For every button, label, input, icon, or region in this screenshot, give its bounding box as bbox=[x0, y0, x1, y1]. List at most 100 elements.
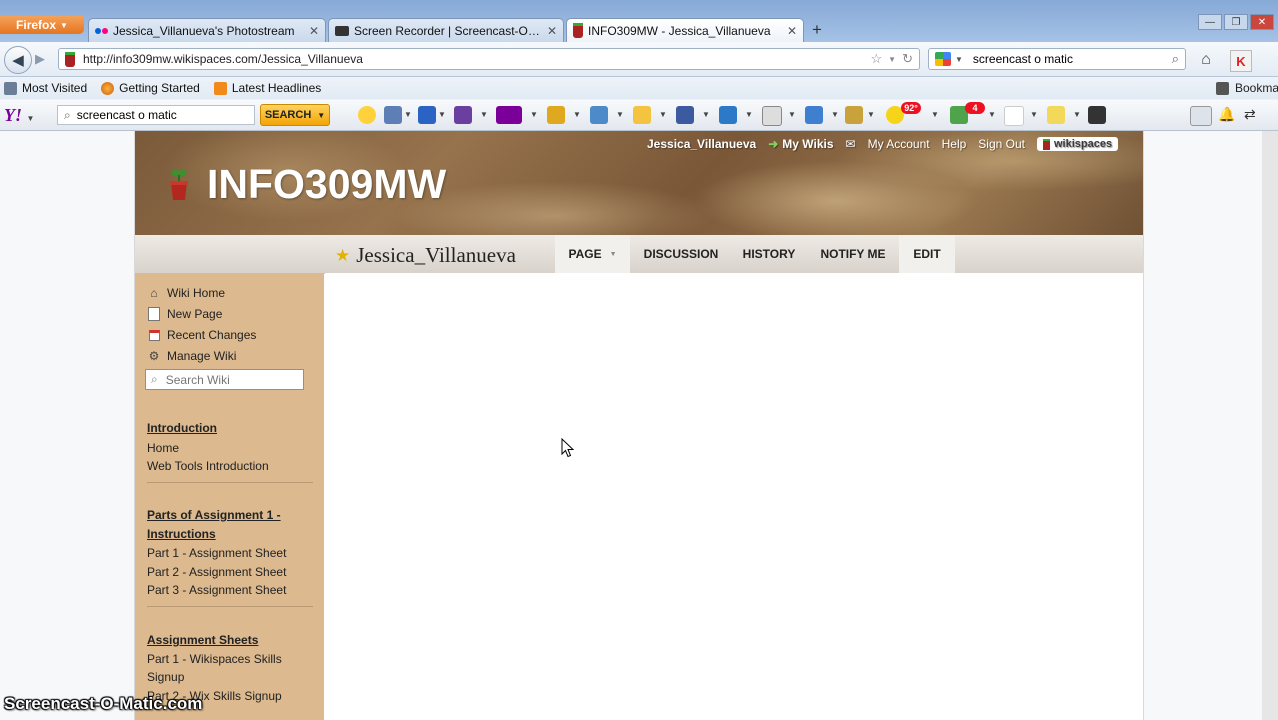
wikispaces-badge[interactable]: wikispaces bbox=[1037, 137, 1119, 151]
shopping-icon[interactable] bbox=[719, 106, 737, 124]
chevron-down-icon[interactable]: ▼ bbox=[988, 110, 996, 119]
bell-icon[interactable]: 🔔 bbox=[1218, 106, 1236, 124]
tab-notify-me[interactable]: NOTIFY ME bbox=[811, 235, 895, 273]
my-wikis-link[interactable]: ➜ My Wikis bbox=[768, 137, 833, 151]
new-tab-button[interactable]: + bbox=[805, 20, 829, 40]
addon-button[interactable]: K bbox=[1230, 50, 1252, 72]
my-yahoo-icon[interactable] bbox=[454, 106, 472, 124]
page-content[interactable] bbox=[325, 273, 1143, 720]
chevron-down-icon[interactable]: ▼ bbox=[955, 55, 963, 64]
yahoo-logo[interactable]: Y! ▼ bbox=[4, 105, 34, 126]
sidebar-link-part1-sheet[interactable]: Part 1 - Assignment Sheet bbox=[147, 544, 317, 562]
sidebar-link-part3-sheet[interactable]: Part 3 - Assignment Sheet bbox=[147, 581, 317, 599]
nav-recent-changes[interactable]: Recent Changes bbox=[147, 328, 256, 342]
chevron-down-icon[interactable]: ▼ bbox=[573, 110, 581, 119]
google-icon[interactable] bbox=[935, 52, 951, 66]
sidebar-link-part2-sheet[interactable]: Part 2 - Assignment Sheet bbox=[147, 563, 317, 581]
tab-screencast[interactable]: Screen Recorder | Screencast-O-Mati... ✕ bbox=[328, 18, 564, 42]
browser-search-input[interactable] bbox=[970, 51, 1172, 67]
answers-icon[interactable] bbox=[805, 106, 823, 124]
finance-icon[interactable] bbox=[845, 106, 863, 124]
close-icon[interactable]: ✕ bbox=[787, 24, 797, 38]
wiki-search-input[interactable] bbox=[163, 371, 296, 388]
bookmark-most-visited[interactable]: Most Visited bbox=[4, 81, 87, 95]
ebay-icon[interactable] bbox=[1047, 106, 1065, 124]
chevron-down-icon[interactable]: ▼ bbox=[438, 110, 446, 119]
chevron-down-icon[interactable]: ▼ bbox=[480, 110, 488, 119]
chevron-down-icon[interactable]: ▼ bbox=[1030, 110, 1038, 119]
chevron-down-icon[interactable]: ▼ bbox=[616, 110, 624, 119]
sidebar-link-wikispaces-signup[interactable]: Part 1 - Wikispaces Skills Signup bbox=[147, 650, 297, 686]
tab-photostream[interactable]: Jessica_Villanueva's Photostream ✕ bbox=[88, 18, 326, 42]
chevron-down-icon[interactable]: ▼ bbox=[867, 110, 875, 119]
add-icon[interactable] bbox=[418, 106, 436, 124]
help-link[interactable]: Help bbox=[942, 137, 967, 151]
chevron-down-icon[interactable]: ▼ bbox=[404, 110, 412, 119]
favorites-icon[interactable] bbox=[676, 106, 694, 124]
pages-icon[interactable] bbox=[384, 106, 402, 124]
tab-discussion[interactable]: DISCUSSION bbox=[633, 235, 729, 273]
chevron-down-icon[interactable]: ▼ bbox=[745, 110, 753, 119]
new-page-icon bbox=[147, 307, 161, 321]
sidebar-divider bbox=[147, 606, 313, 607]
bookmark-star-icon[interactable]: ☆ bbox=[871, 51, 883, 67]
chevron-down-icon[interactable]: ▼ bbox=[888, 55, 896, 64]
tab-page[interactable]: PAGE ▼ bbox=[555, 235, 630, 273]
maximize-icon[interactable]: ❐ bbox=[1224, 14, 1248, 30]
page-scrollbar[interactable] bbox=[1262, 131, 1278, 720]
list-icon[interactable] bbox=[1190, 106, 1212, 126]
section-heading-assignment-sheets[interactable]: Assignment Sheets bbox=[147, 631, 317, 650]
firefox-menu-button[interactable]: Firefox ▼ bbox=[0, 16, 84, 34]
username-link[interactable]: Jessica_Villanueva bbox=[647, 137, 756, 151]
star-icon[interactable]: ★ bbox=[335, 246, 350, 266]
sign-out-link[interactable]: Sign Out bbox=[978, 137, 1025, 151]
bookmark-getting-started[interactable]: Getting Started bbox=[101, 81, 200, 95]
tab-label: INFO309MW - Jessica_Villanueva bbox=[588, 23, 771, 38]
tab-edit[interactable]: EDIT bbox=[899, 235, 955, 273]
site-title[interactable]: INFO309MW bbox=[207, 161, 446, 208]
nav-wiki-home[interactable]: ⌂ Wiki Home bbox=[147, 286, 225, 300]
tab-info309mw[interactable]: INFO309MW - Jessica_Villanueva ✕ bbox=[566, 18, 804, 42]
reload-icon[interactable]: ↻ bbox=[902, 51, 913, 67]
chevron-down-icon[interactable]: ▼ bbox=[788, 110, 796, 119]
chevron-down-icon[interactable]: ▼ bbox=[702, 110, 710, 119]
chevron-down-icon[interactable]: ▼ bbox=[1073, 110, 1081, 119]
back-button[interactable]: ◀ bbox=[4, 46, 32, 74]
forward-button[interactable]: ▶ bbox=[31, 50, 49, 68]
chevron-down-icon[interactable]: ▼ bbox=[931, 110, 939, 119]
chevron-down-icon[interactable]: ▼ bbox=[530, 110, 538, 119]
tab-history[interactable]: HISTORY bbox=[733, 235, 805, 273]
home-button[interactable]: ⌂ bbox=[1195, 50, 1217, 70]
chevron-down-icon[interactable]: ▼ bbox=[659, 110, 667, 119]
flickr-icon[interactable] bbox=[1004, 106, 1024, 126]
swap-icon[interactable]: ⇄ bbox=[1244, 106, 1262, 124]
mail-icon[interactable] bbox=[590, 106, 608, 124]
bookmarks-menu[interactable]: Bookmarks bbox=[1216, 81, 1278, 95]
minimize-icon[interactable]: — bbox=[1198, 14, 1222, 30]
nav-manage-wiki[interactable]: ⚙ Manage Wiki bbox=[147, 349, 237, 363]
section-heading-introduction[interactable]: Introduction bbox=[147, 419, 317, 438]
my-account-link[interactable]: My Account bbox=[868, 137, 930, 151]
bookmark-latest-headlines[interactable]: Latest Headlines bbox=[213, 81, 321, 95]
magnifier-icon[interactable]: ⌕ bbox=[1172, 51, 1179, 67]
sidebar-link-web-tools[interactable]: Web Tools Introduction bbox=[147, 457, 317, 475]
close-icon[interactable]: ✕ bbox=[547, 24, 557, 38]
yahoo-search-button[interactable]: SEARCH ▼ bbox=[260, 104, 330, 126]
section-heading-parts[interactable]: Parts of Assignment 1 - Instructions bbox=[147, 506, 307, 544]
yahoo-search-input[interactable] bbox=[74, 107, 248, 123]
amazon-icon[interactable] bbox=[1088, 106, 1106, 124]
nav-new-page[interactable]: New Page bbox=[147, 307, 222, 321]
close-window-icon[interactable]: ✕ bbox=[1250, 14, 1274, 30]
tab-label: Jessica_Villanueva's Photostream bbox=[113, 23, 295, 38]
chevron-down-icon[interactable]: ▼ bbox=[831, 110, 839, 119]
smiley-icon[interactable] bbox=[358, 106, 376, 124]
info-icon[interactable] bbox=[762, 106, 782, 126]
mail-icon[interactable]: ✉ bbox=[846, 137, 856, 151]
close-icon[interactable]: ✕ bbox=[309, 24, 319, 38]
sidebar-link-home[interactable]: Home bbox=[147, 439, 317, 457]
star-icon bbox=[1216, 81, 1229, 95]
notepad-icon[interactable] bbox=[547, 106, 565, 124]
calendar-icon[interactable] bbox=[633, 106, 651, 124]
yahoo-icon[interactable] bbox=[496, 106, 522, 124]
url-bar[interactable]: http://info309mw.wikispaces.com/Jessica_… bbox=[58, 48, 920, 70]
